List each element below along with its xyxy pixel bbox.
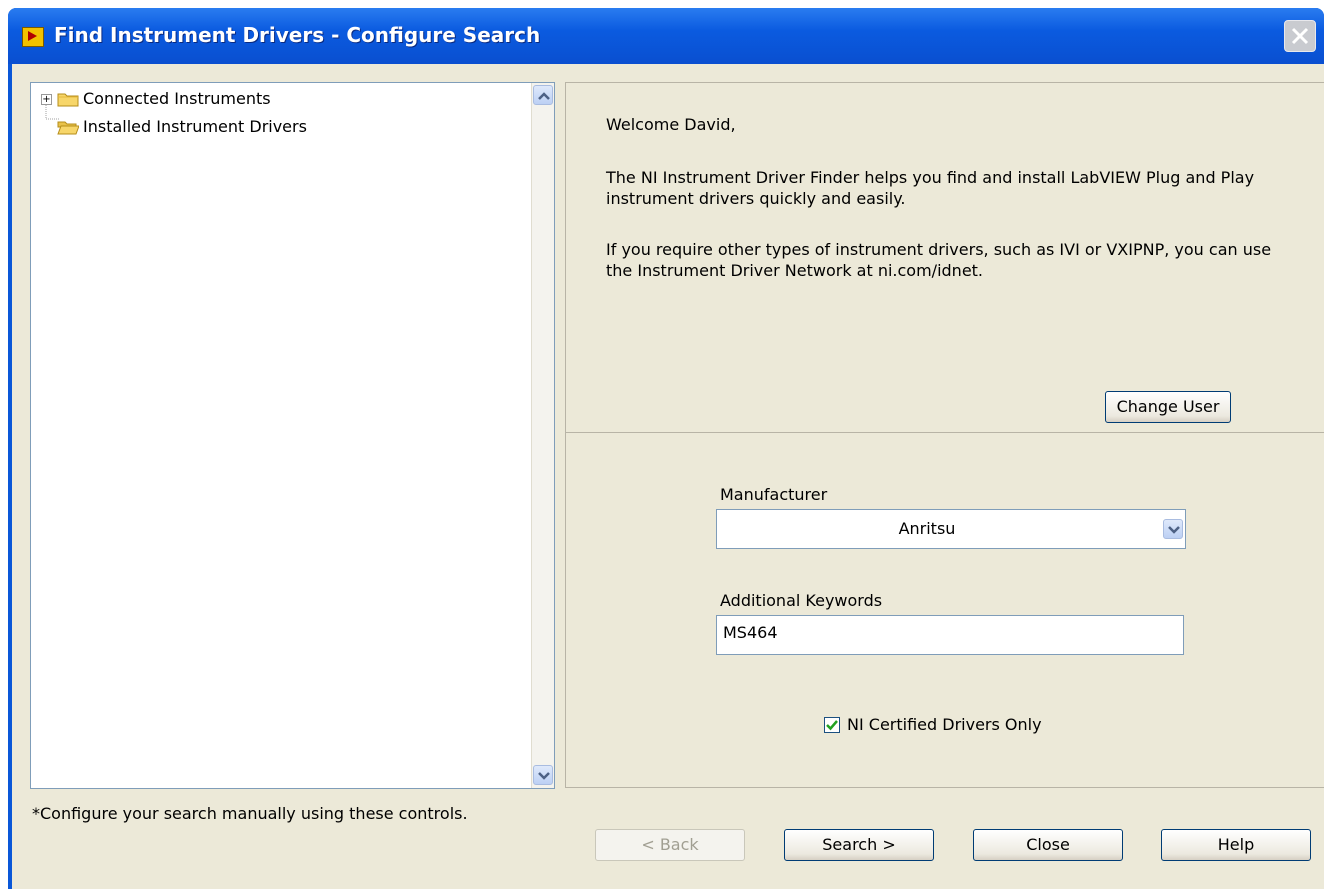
manufacturer-label: Manufacturer — [720, 485, 828, 504]
tree-item-label: Connected Instruments — [83, 89, 271, 108]
dialog-body: + Connected Instruments Installed Instru… — [12, 64, 1324, 889]
folder-icon — [57, 93, 79, 107]
change-user-button[interactable]: Change User — [1105, 391, 1231, 423]
scroll-up-button[interactable] — [533, 85, 553, 105]
idnet-paragraph: If you require other types of instrument… — [606, 240, 1272, 280]
keywords-label: Additional Keywords — [720, 591, 883, 610]
labview-app-icon — [22, 27, 44, 47]
tree-expander[interactable]: + — [41, 94, 52, 105]
back-button[interactable]: < Back — [595, 829, 745, 861]
intro-paragraph: The NI Instrument Driver Finder helps yo… — [606, 168, 1255, 208]
close-icon — [1291, 27, 1309, 45]
manufacturer-dropdown-button[interactable] — [1163, 519, 1183, 539]
folder-open-icon — [57, 121, 79, 135]
info-panel: Welcome David, The NI Instrument Driver … — [565, 82, 1324, 432]
manufacturer-select[interactable]: Anritsu — [716, 509, 1186, 549]
certified-checkbox[interactable] — [824, 717, 840, 733]
tree-scrollbar[interactable] — [531, 83, 554, 788]
title-bar[interactable]: Find Instrument Drivers - Configure Sear… — [8, 8, 1324, 64]
tree-item-label: Installed Instrument Drivers — [83, 117, 307, 136]
help-button[interactable]: Help — [1161, 829, 1311, 861]
search-panel: Manufacturer Anritsu Additional Keywords… — [565, 432, 1324, 788]
check-icon — [826, 720, 838, 731]
chevron-up-icon — [538, 92, 550, 100]
keywords-input[interactable]: MS464 — [716, 615, 1184, 655]
welcome-text: Welcome David, — [606, 115, 736, 134]
instrument-tree[interactable]: + Connected Instruments Installed Instru… — [30, 82, 555, 789]
footnote-text: *Configure your search manually using th… — [32, 804, 468, 823]
window-title: Find Instrument Drivers - Configure Sear… — [54, 23, 541, 47]
chevron-down-icon — [538, 772, 550, 780]
scroll-down-button[interactable] — [533, 765, 553, 785]
window-close-button[interactable] — [1284, 20, 1316, 52]
dialog-window: Find Instrument Drivers - Configure Sear… — [8, 8, 1324, 889]
close-button[interactable]: Close — [973, 829, 1123, 861]
manufacturer-value: Anritsu — [898, 519, 956, 538]
search-button[interactable]: Search > — [784, 829, 934, 861]
certified-label: NI Certified Drivers Only — [847, 715, 1042, 734]
chevron-down-icon — [1168, 526, 1180, 534]
